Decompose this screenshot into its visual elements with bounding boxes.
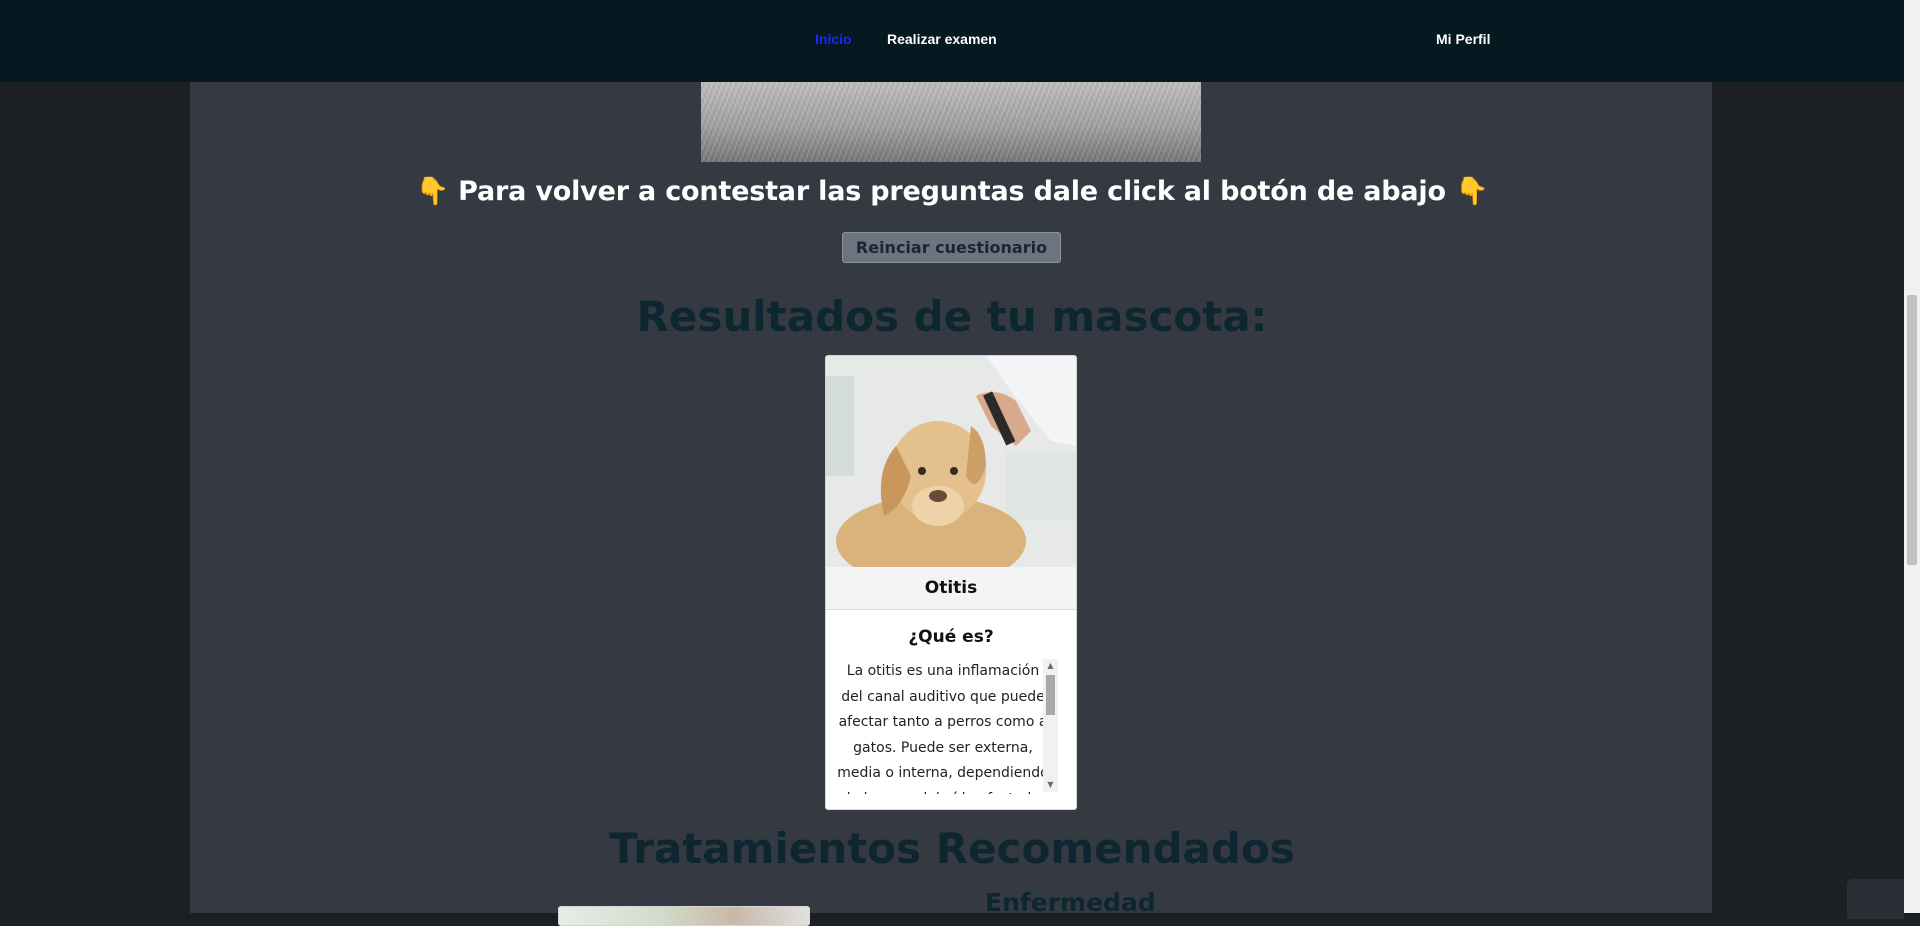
- nav-link-mi-perfil[interactable]: Mi Perfil: [1436, 31, 1490, 47]
- nav-link-inicio[interactable]: Inicio: [815, 31, 852, 47]
- description-scrollbar[interactable]: ▲ ▼: [1043, 659, 1058, 792]
- results-heading: Resultados de tu mascota:: [636, 292, 1268, 341]
- hero-image: [701, 82, 1201, 162]
- instruction-text: Para volver a contestar las preguntas da…: [458, 176, 1446, 207]
- what-is-heading: ¿Qué es?: [908, 627, 994, 647]
- page-scrollbar-thumb[interactable]: [1907, 295, 1917, 565]
- dog-photo-illustration: [826, 356, 1076, 567]
- page-scrollbar[interactable]: [1904, 0, 1920, 913]
- pointing-down-hand-icon: 👇: [1455, 176, 1489, 207]
- top-navbar: Inicio Realizar examen Mi Perfil: [0, 0, 1904, 82]
- result-card: Otitis ¿Qué es? La otitis es una inflama…: [825, 355, 1077, 810]
- restart-quiz-button[interactable]: Reinciar cuestionario: [842, 232, 1061, 263]
- nav-link-realizar-examen[interactable]: Realizar examen: [887, 31, 997, 47]
- disease-description: La otitis es una inflamación del canal a…: [837, 663, 1049, 794]
- treatment-card: [558, 906, 810, 926]
- treatments-heading: Tratamientos Recomendados: [609, 824, 1295, 873]
- restart-instruction: 👇 Para volver a contestar las preguntas …: [0, 175, 1904, 207]
- pointing-down-hand-icon: 👇: [415, 176, 450, 207]
- scroll-up-arrow-icon[interactable]: ▲: [1043, 659, 1058, 673]
- disease-name: Otitis: [826, 567, 1076, 610]
- dog-ear-exam-image: [826, 356, 1076, 567]
- description-scroll-area[interactable]: La otitis es una inflamación del canal a…: [836, 659, 1056, 794]
- treatment-image: [559, 907, 809, 925]
- floating-corner-widget[interactable]: [1847, 879, 1904, 919]
- scroll-down-arrow-icon[interactable]: ▼: [1043, 778, 1058, 792]
- scrollbar-thumb[interactable]: [1046, 675, 1055, 715]
